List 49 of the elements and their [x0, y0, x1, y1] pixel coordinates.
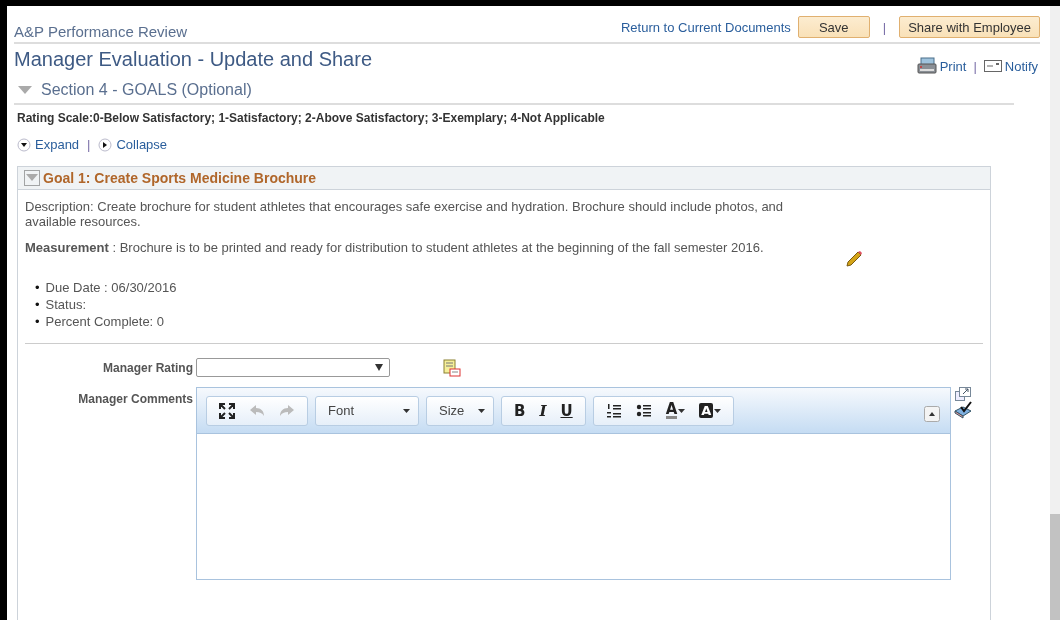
bold-button[interactable]: B	[508, 401, 532, 420]
bullet: •	[35, 313, 40, 330]
goal-detail: Due Date : 06/30/2016	[45, 279, 177, 296]
field-label: Manager Comments	[77, 391, 194, 406]
goal-title: Goal 1: Create Sports Medicine Brochure	[43, 170, 317, 186]
app-title: A&P Performance Review	[14, 23, 188, 40]
bullet: •	[35, 279, 40, 296]
separator: |	[882, 19, 887, 35]
section-title: Section 4 - GOALS (Optional)	[41, 81, 252, 99]
background-color-button[interactable]: A	[693, 403, 728, 418]
return-link[interactable]: Return to Current Documents	[620, 19, 791, 35]
goal-measurement: Measurement : Brochure is to be printed and ready for distribution to student athletes at the beginning of the fall semester 2016.	[25, 240, 765, 255]
print-link[interactable]: Print	[939, 58, 967, 74]
spell-check-icon[interactable]	[953, 401, 973, 419]
page-title: Manager Evaluation - Update and Share	[14, 48, 372, 71]
scrollbar[interactable]	[1050, 6, 1060, 620]
numbered-list-icon[interactable]	[605, 403, 622, 418]
collapse-icon[interactable]	[98, 137, 113, 152]
goal-description: Description: Create brochure for student athletes that encourages safe exercise and hydration. Brochure should include photos, and available resources.	[25, 199, 785, 229]
expand-link[interactable]: Expand	[35, 137, 80, 152]
caret-icon	[403, 408, 410, 413]
expand-icon[interactable]	[17, 137, 31, 152]
notify-link[interactable]: Notify	[1004, 58, 1038, 74]
maximize-icon[interactable]	[219, 402, 235, 419]
share-button[interactable]: Share with Employee	[899, 16, 1040, 38]
separator: |	[87, 137, 91, 152]
rating-dropdown[interactable]	[196, 358, 390, 377]
bullet: •	[35, 296, 40, 313]
collapse-link[interactable]: Collapse	[116, 137, 168, 152]
save-button[interactable]: Save	[797, 16, 870, 38]
field-label: Manager Rating	[102, 360, 194, 375]
rating-scale: Rating Scale:0-Below Satisfactory; 1-Satisfactory; 2-Above Satisfactory; 3-Exemplary; 4-Not Applicable	[16, 110, 606, 125]
italic-button[interactable]: I	[533, 401, 553, 420]
pencil-icon[interactable]	[845, 250, 863, 268]
caret-icon	[478, 408, 485, 413]
printer-icon[interactable]	[916, 57, 937, 75]
expand-window-icon[interactable]	[955, 387, 971, 401]
underline-button[interactable]: U	[554, 401, 579, 420]
envelope-icon[interactable]	[983, 60, 1002, 72]
separator: |	[973, 58, 977, 74]
text-color-button[interactable]: A	[659, 402, 692, 419]
goal-detail: Percent Complete: 0	[45, 313, 165, 330]
caret-icon	[678, 408, 686, 413]
bulleted-list-icon[interactable]	[635, 403, 652, 418]
document-icon[interactable]	[443, 358, 461, 377]
dropdown-arrow-icon	[375, 364, 383, 371]
goal-detail: Status:	[45, 296, 87, 313]
collapse-toolbar-icon[interactable]	[924, 406, 940, 422]
caret-icon	[714, 408, 722, 413]
